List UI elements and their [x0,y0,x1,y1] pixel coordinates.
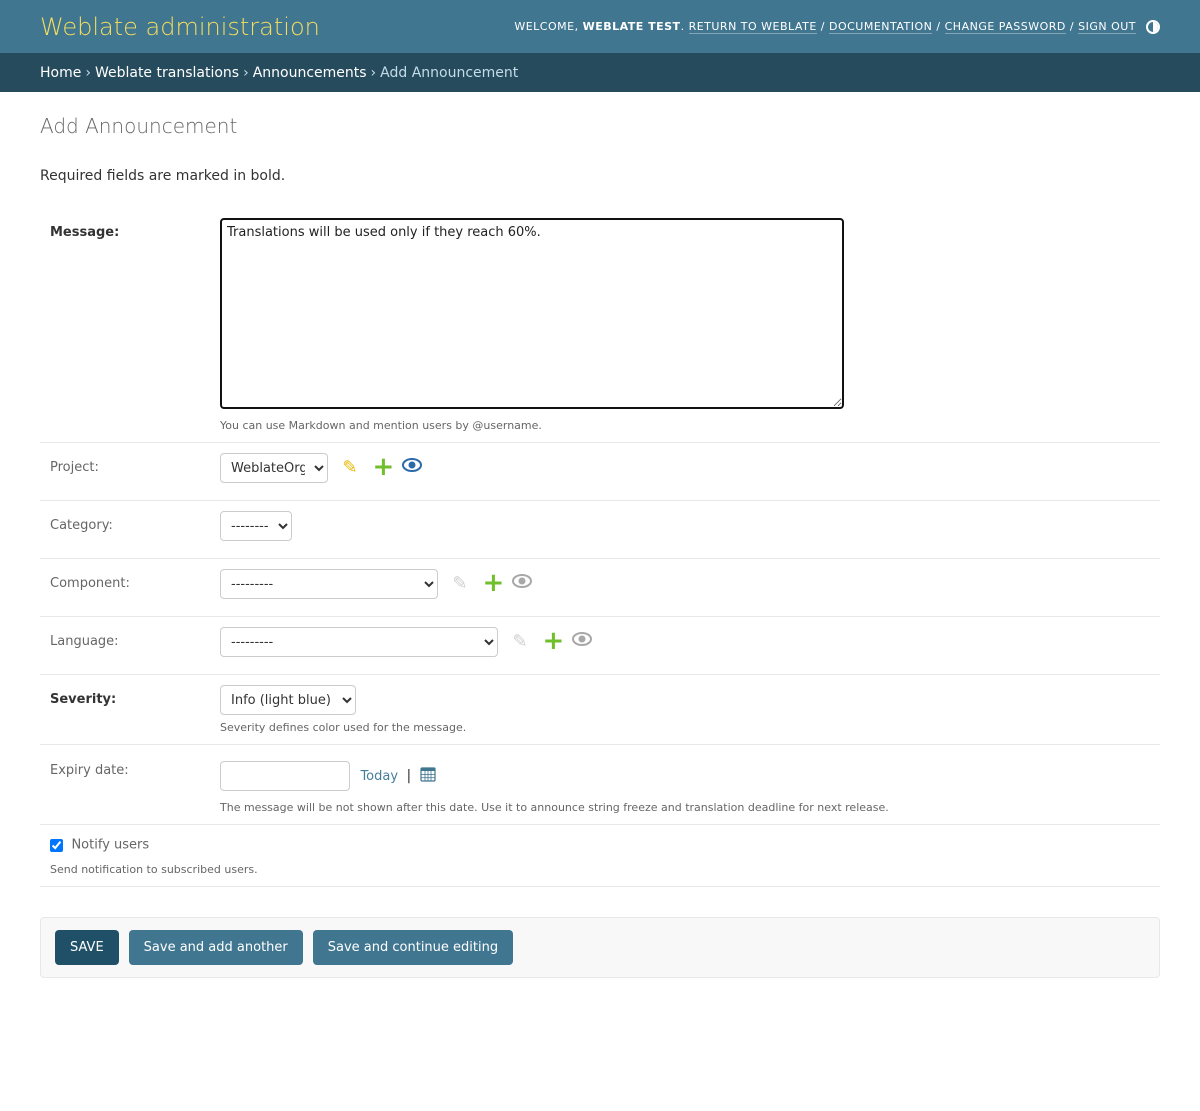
notify-users-label[interactable]: Notify users [71,838,149,853]
message-label: Message: [50,225,120,240]
notify-help: Send notification to subscribed users. [50,863,258,876]
submit-row: Save Save and add another Save and conti… [40,917,1160,978]
page-title: Add Announcement [40,114,238,138]
separator: / [1069,20,1075,33]
breadcrumb-current: Add Announcement [380,64,519,81]
message-row: Message: Translations will be used only … [40,206,1160,443]
view-eye-icon [572,631,593,652]
user-tools: Welcome, Weblate Test. Return to Weblate… [514,19,1160,34]
separator: / [820,20,825,33]
change-password-link[interactable]: Change password [944,20,1066,34]
required-note: Required fields are marked in bold. [40,168,286,184]
severity-row: Severity: Info (light blue) Severity def… [40,675,1160,745]
project-row: Project: WeblateOrg ✎ + [40,443,1160,501]
severity-help: Severity defines color used for the mess… [220,721,467,734]
return-to-weblate-link[interactable]: Return to Weblate [688,20,817,34]
notify-row: Notify users Send notification to subscr… [40,825,1160,887]
message-help: You can use Markdown and mention users b… [220,419,542,432]
category-row: Category: --------- [40,501,1160,559]
add-plus-icon[interactable]: + [542,628,564,654]
add-plus-icon[interactable]: + [482,570,504,596]
expiry-row: Expiry date: Today | The message will be… [40,745,1160,825]
notify-users-checkbox[interactable] [50,838,63,852]
message-textarea[interactable]: Translations will be used only if they r… [220,218,844,409]
language-row: Language: --------- ✎ + [40,617,1160,675]
severity-label: Severity: [50,692,117,707]
header: Weblate administration Welcome, Weblate … [0,0,1200,53]
breadcrumb-separator: › [243,64,249,81]
save-and-add-another-button[interactable]: Save and add another [128,930,303,965]
language-label: Language: [50,634,119,649]
separator: | [406,768,412,784]
expiry-date-input[interactable] [220,761,350,791]
category-label: Category: [50,518,113,533]
category-select[interactable]: --------- [220,511,292,541]
component-row: Component: --------- ✎ + [40,559,1160,617]
project-select[interactable]: WeblateOrg [220,453,328,483]
breadcrumb-separator: › [370,64,377,81]
sign-out-link[interactable]: Sign out [1078,20,1136,34]
language-select[interactable]: --------- [220,627,498,657]
add-plus-icon[interactable]: + [372,454,394,480]
calendar-icon[interactable] [420,766,436,786]
breadcrumb-home[interactable]: Home [40,65,81,81]
theme-toggle-icon[interactable] [1146,19,1160,34]
expiry-label: Expiry date: [50,763,129,778]
username: Weblate Test [582,20,681,33]
documentation-link[interactable]: Documentation [828,20,933,34]
edit-pencil-icon: ✎ [512,630,528,652]
breadcrumb-model[interactable]: Announcements [253,65,367,81]
today-link[interactable]: Today [360,769,398,784]
breadcrumb-app[interactable]: Weblate translations [95,65,239,81]
edit-pencil-icon[interactable]: ✎ [342,457,362,478]
save-and-continue-button[interactable]: Save and continue editing [312,930,514,965]
component-label: Component: [50,576,130,591]
content: Add Announcement Required fields are mar… [0,92,1200,998]
separator: / [936,20,941,33]
view-eye-icon[interactable] [402,457,423,478]
severity-select[interactable]: Info (light blue) [220,685,356,715]
expiry-help: The message will be not shown after this… [220,801,889,814]
site-name[interactable]: Weblate administration [40,13,320,41]
view-eye-icon [512,573,533,594]
component-select[interactable]: --------- [220,569,438,599]
welcome-text: Welcome, [514,20,579,33]
breadcrumb-separator: › [85,64,91,81]
edit-pencil-icon: ✎ [452,572,468,594]
save-button[interactable]: Save [55,930,119,965]
project-label: Project: [50,460,99,475]
breadcrumb: Home › Weblate translations › Announceme… [0,53,1200,92]
